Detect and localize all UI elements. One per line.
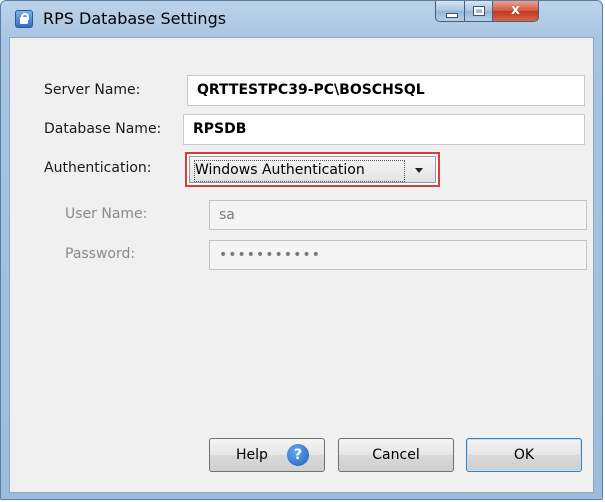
database-name-field[interactable]: RPSDB	[183, 114, 585, 145]
lock-icon	[15, 10, 33, 28]
question-icon: ?	[287, 444, 309, 466]
minimize-button[interactable]	[435, 1, 465, 22]
database-name-label: Database Name:	[44, 121, 162, 137]
ok-button-label: OK	[513, 447, 535, 463]
maximize-icon	[473, 6, 485, 16]
window-title: RPS Database Settings	[43, 9, 227, 28]
close-icon: x	[510, 2, 521, 18]
password-label: Password:	[65, 246, 136, 262]
chevron-down-icon	[415, 168, 423, 173]
password-field[interactable]: •••••••••••	[209, 240, 587, 270]
authentication-select[interactable]: Windows Authentication	[185, 152, 440, 187]
server-name-label: Server Name:	[44, 82, 141, 98]
dialog-window: RPS Database Settings x Server Name: QRT…	[0, 0, 603, 500]
ok-button[interactable]: OK	[466, 438, 582, 472]
cancel-button[interactable]: Cancel	[338, 438, 454, 472]
user-name-field[interactable]: sa	[209, 200, 587, 230]
close-button[interactable]: x	[493, 1, 539, 22]
authentication-label: Authentication:	[44, 160, 152, 176]
authentication-select-inner: Windows Authentication	[189, 156, 436, 183]
minimize-icon	[446, 13, 458, 18]
server-name-field[interactable]: QRTTESTPC39-PC\BOSCHSQL	[187, 75, 585, 106]
help-button-label: Help	[236, 447, 268, 463]
user-name-label: User Name:	[65, 206, 148, 222]
maximize-button[interactable]	[465, 1, 493, 22]
authentication-selected-value: Windows Authentication	[195, 162, 365, 178]
help-button[interactable]: Help ?	[209, 438, 325, 472]
dialog-body: Server Name: QRTTESTPC39-PC\BOSCHSQL Dat…	[9, 37, 594, 493]
cancel-button-label: Cancel	[372, 447, 420, 463]
title-bar[interactable]: RPS Database Settings x	[1, 1, 602, 35]
caption-buttons: x	[435, 1, 539, 23]
